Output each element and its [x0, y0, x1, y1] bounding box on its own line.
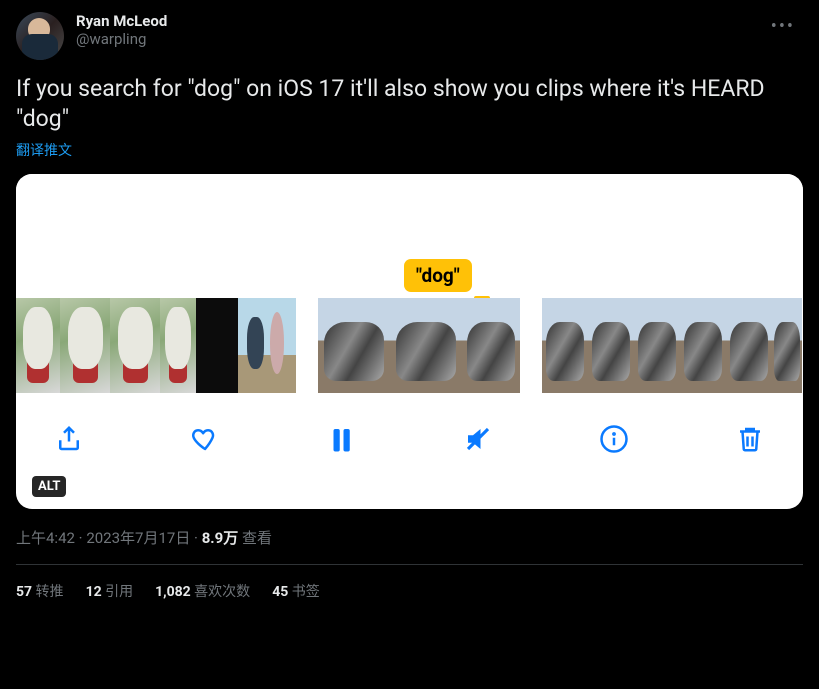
- likes-stat[interactable]: 1,082 喜欢次数: [155, 581, 250, 601]
- tweet-meta: 上午4:42 · 2023年7月17日 · 8.9万 查看: [16, 527, 803, 548]
- tweet-stats: 57 转推 12 引用 1,082 喜欢次数 45 书签: [16, 565, 803, 601]
- clip-group[interactable]: [542, 298, 802, 393]
- info-icon[interactable]: [597, 422, 631, 456]
- media-toolbar: [16, 393, 803, 485]
- clip-frame: [160, 298, 196, 393]
- tweet-container: Ryan McLeod @warpling ••• If you search …: [0, 0, 819, 613]
- heart-icon[interactable]: [188, 422, 222, 456]
- clip-frame: [588, 298, 634, 393]
- mute-icon[interactable]: [461, 422, 495, 456]
- alt-badge[interactable]: ALT: [32, 476, 66, 497]
- clip-frame: [60, 298, 110, 393]
- media-card[interactable]: "dog": [16, 174, 803, 509]
- tweet-date[interactable]: 2023年7月17日: [86, 529, 190, 547]
- author-names[interactable]: Ryan McLeod @warpling: [76, 12, 763, 48]
- quotes-stat[interactable]: 12 引用: [86, 581, 134, 601]
- clip-frame: [542, 298, 588, 393]
- clip-frame: [110, 298, 160, 393]
- bookmarks-stat[interactable]: 45 书签: [272, 581, 320, 601]
- translate-link[interactable]: 翻译推文: [16, 140, 72, 160]
- clip-frame: [390, 298, 462, 393]
- clip-group[interactable]: [318, 298, 520, 393]
- clip-gap: [520, 298, 542, 393]
- tweet-time[interactable]: 上午4:42: [16, 529, 75, 547]
- media-whitespace: "dog": [16, 174, 803, 298]
- video-timeline[interactable]: [16, 298, 803, 393]
- share-icon[interactable]: [52, 422, 86, 456]
- trash-icon[interactable]: [733, 422, 767, 456]
- clip-frame: [634, 298, 680, 393]
- retweets-stat[interactable]: 57 转推: [16, 581, 64, 601]
- clip-frame: [196, 298, 238, 393]
- user-handle: @warpling: [76, 30, 763, 48]
- display-name: Ryan McLeod: [76, 12, 763, 30]
- more-icon[interactable]: •••: [763, 12, 803, 41]
- tweet-header: Ryan McLeod @warpling •••: [16, 12, 803, 60]
- search-term-chip: "dog": [404, 259, 472, 292]
- clip-frame: [318, 298, 390, 393]
- clip-group[interactable]: [16, 298, 296, 393]
- clip-frame: [16, 298, 60, 393]
- tweet-text: If you search for "dog" on iOS 17 it'll …: [16, 74, 803, 134]
- clip-frame: [772, 298, 802, 393]
- clip-frame: [238, 298, 296, 393]
- pause-icon[interactable]: [324, 422, 358, 456]
- clip-frame: [680, 298, 726, 393]
- views-count: 8.9万: [202, 529, 239, 547]
- avatar[interactable]: [16, 12, 64, 60]
- clip-frame: [726, 298, 772, 393]
- views-label: 查看: [238, 529, 272, 547]
- clip-frame: [462, 298, 520, 393]
- clip-gap: [296, 298, 318, 393]
